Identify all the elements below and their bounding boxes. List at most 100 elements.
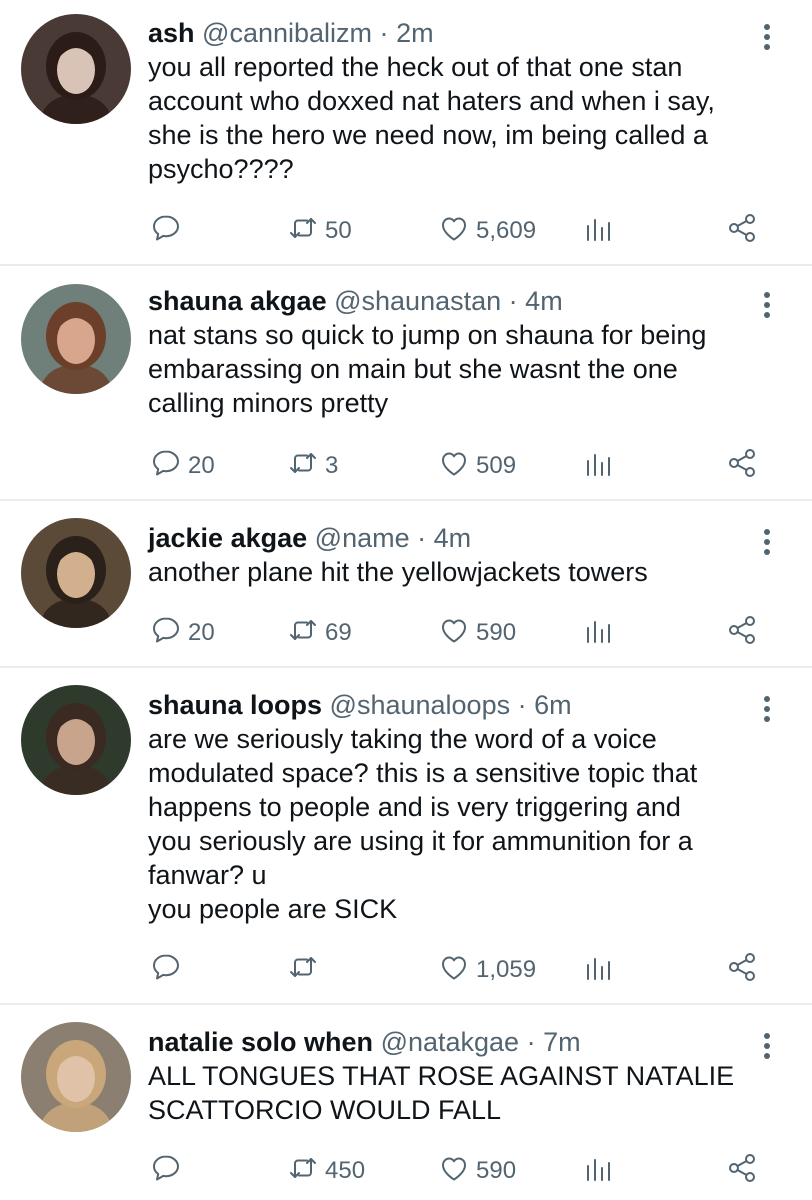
tweet-text-line: psycho???? xyxy=(148,154,294,184)
reply-button[interactable] xyxy=(150,950,188,990)
timestamp[interactable]: 2m xyxy=(396,18,434,48)
share-button[interactable] xyxy=(726,211,758,251)
retweet-button[interactable]: 450 xyxy=(287,1151,365,1191)
tweet-header: shauna loops @shaunaloops · 6m xyxy=(148,688,572,722)
heart-icon xyxy=(438,1152,470,1191)
more-options-icon[interactable] xyxy=(757,525,777,559)
tweet-text-line: fanwar? u xyxy=(148,860,267,890)
tweet-divider xyxy=(0,499,812,501)
like-count: 1,059 xyxy=(476,956,537,983)
analytics-button[interactable] xyxy=(582,950,614,990)
more-options-icon[interactable] xyxy=(757,692,777,726)
display-name[interactable]: jackie akgae xyxy=(148,523,307,553)
share-button[interactable] xyxy=(726,1151,758,1191)
share-icon xyxy=(726,614,758,653)
display-name[interactable]: ash xyxy=(148,18,195,48)
reply-button[interactable]: 20 xyxy=(150,446,215,486)
like-button[interactable]: 1,059 xyxy=(438,950,536,990)
stats-icon xyxy=(582,212,614,251)
retweet-icon xyxy=(287,1152,319,1191)
reply-button[interactable] xyxy=(150,211,188,251)
share-button[interactable] xyxy=(726,613,758,653)
tweet-text-line: are we seriously taking the word of a vo… xyxy=(148,724,657,754)
tweet-text: you all reported the heck out of that on… xyxy=(148,50,768,186)
handle[interactable]: @cannibalizm xyxy=(202,18,372,48)
tweet-text: are we seriously taking the word of a vo… xyxy=(148,722,768,926)
reply-icon xyxy=(150,212,182,251)
timestamp[interactable]: 7m xyxy=(543,1027,581,1057)
like-count: 5,609 xyxy=(476,217,537,244)
reply-icon xyxy=(150,1152,182,1191)
avatar[interactable] xyxy=(21,685,131,795)
share-button[interactable] xyxy=(726,950,758,990)
share-button[interactable] xyxy=(726,446,758,486)
retweet-icon xyxy=(287,447,319,486)
analytics-button[interactable] xyxy=(582,211,614,251)
tweet-text-line: modulated space? this is a sensitive top… xyxy=(148,758,698,788)
like-button[interactable]: 590 xyxy=(438,1151,516,1191)
tweet-actions: 450 590 xyxy=(0,1151,812,1191)
tweet-text: nat stans so quick to jump on shauna for… xyxy=(148,318,768,420)
like-button[interactable]: 5,609 xyxy=(438,211,536,251)
like-count: 590 xyxy=(476,619,517,646)
avatar[interactable] xyxy=(21,518,131,628)
tweet-text-line: SCATTORCIO WOULD FALL xyxy=(148,1095,502,1125)
reply-button[interactable]: 20 xyxy=(150,613,215,653)
timestamp[interactable]: 4m xyxy=(434,523,472,553)
handle[interactable]: @natakgae xyxy=(381,1027,520,1057)
tweet-header: shauna akgae @shaunastan · 4m xyxy=(148,284,563,318)
stats-icon xyxy=(582,1152,614,1191)
analytics-button[interactable] xyxy=(582,1151,614,1191)
display-name[interactable]: natalie solo when xyxy=(148,1027,373,1057)
share-icon xyxy=(726,447,758,486)
handle[interactable]: @shaunastan xyxy=(334,286,501,316)
reply-count: 20 xyxy=(188,619,215,646)
more-options-icon[interactable] xyxy=(757,1029,777,1063)
tweet-actions: 20 69 590 xyxy=(0,613,812,653)
reply-icon xyxy=(150,614,182,653)
more-options-icon[interactable] xyxy=(757,20,777,54)
tweet-header: jackie akgae @name · 4m xyxy=(148,521,471,555)
analytics-button[interactable] xyxy=(582,446,614,486)
tweet-divider xyxy=(0,666,812,668)
like-count: 590 xyxy=(476,1157,517,1184)
separator-dot: · xyxy=(526,1027,536,1057)
timestamp[interactable]: 6m xyxy=(534,690,572,720)
tweet-actions: 50 5,609 xyxy=(0,211,812,251)
like-button[interactable]: 590 xyxy=(438,613,516,653)
tweet-text-line: you seriously are using it for ammunitio… xyxy=(148,826,693,856)
retweet-button[interactable]: 3 xyxy=(287,446,338,486)
stats-icon xyxy=(582,614,614,653)
retweet-button[interactable]: 69 xyxy=(287,613,352,653)
reply-icon xyxy=(150,447,182,486)
reply-button[interactable] xyxy=(150,1151,188,1191)
separator-dot: · xyxy=(517,690,527,720)
tweet-actions: 1,059 xyxy=(0,950,812,990)
avatar[interactable] xyxy=(21,284,131,394)
tweet-text-line: she is the hero we need now, im being ca… xyxy=(148,120,708,150)
retweet-button[interactable]: 50 xyxy=(287,211,352,251)
share-icon xyxy=(726,212,758,251)
retweet-count: 69 xyxy=(325,619,352,646)
display-name[interactable]: shauna akgae xyxy=(148,286,327,316)
timestamp[interactable]: 4m xyxy=(525,286,563,316)
share-icon xyxy=(726,1152,758,1191)
retweet-button[interactable] xyxy=(287,950,325,990)
analytics-button[interactable] xyxy=(582,613,614,653)
tweet-text: another plane hit the yellowjackets towe… xyxy=(148,555,768,589)
retweet-count: 450 xyxy=(325,1157,366,1184)
tweet-text-line: account who doxxed nat haters and when i… xyxy=(148,86,715,116)
tweet-text-line: you people are SICK xyxy=(148,894,398,924)
avatar[interactable] xyxy=(21,14,131,124)
handle[interactable]: @shaunaloops xyxy=(330,690,511,720)
stats-icon xyxy=(582,447,614,486)
more-options-icon[interactable] xyxy=(757,288,777,322)
tweet-divider xyxy=(0,1003,812,1005)
avatar[interactable] xyxy=(21,1022,131,1132)
display-name[interactable]: shauna loops xyxy=(148,690,322,720)
handle[interactable]: @name xyxy=(315,523,410,553)
reply-icon xyxy=(150,951,182,990)
tweet-text-line: embarassing on main but she wasnt the on… xyxy=(148,354,678,384)
like-button[interactable]: 509 xyxy=(438,446,516,486)
retweet-icon xyxy=(287,614,319,653)
